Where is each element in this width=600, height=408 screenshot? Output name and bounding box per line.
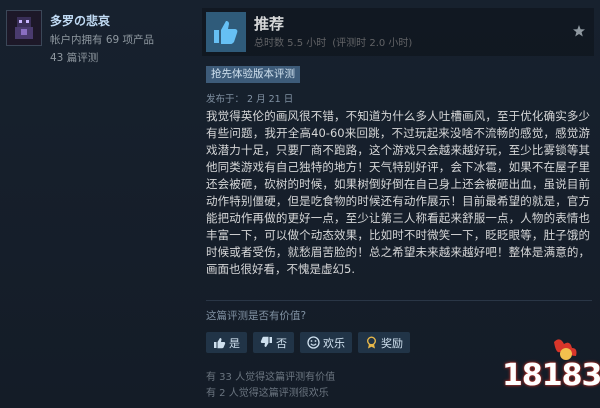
thumbs-down-icon <box>260 336 272 347</box>
review-verdict: 推荐 <box>254 15 285 33</box>
watermark-text: 18183 <box>502 358 600 393</box>
posted-date: 发布于： 2 月 21 日 <box>206 94 294 105</box>
avatar[interactable] <box>6 10 42 46</box>
vote-no-button[interactable]: 否 <box>253 332 294 353</box>
playtime: 总时数 5.5 小时 (评测时 2.0 小时) <box>254 34 418 49</box>
funny-count: 有 2 人觉得这篇评测很欢乐 <box>206 388 329 399</box>
vote-funny-label: 欢乐 <box>323 336 345 350</box>
smiley-icon <box>307 336 320 349</box>
review-body: 我觉得英伦的画风很不错，不知道为什么多人吐槽画风，至于优化确实多少有些问题，我开… <box>206 109 590 276</box>
award-label: 奖励 <box>381 336 403 350</box>
review-page: 多罗の悲哀 帐户内拥有 69 项产品 43 篇评测 推荐 总时数 5.5 小时 (… <box>0 0 600 408</box>
thumbs-up-icon <box>206 12 246 52</box>
author-name[interactable]: 多罗の悲哀 <box>50 12 110 29</box>
helpful-question: 这篇评测是否有价值? <box>206 310 307 322</box>
award-button[interactable]: 奖励 <box>358 332 410 353</box>
helpful-count: 有 33 人觉得这篇评测有价值 <box>206 372 336 383</box>
vote-buttons: 是 否 欢乐 奖励 <box>206 332 410 353</box>
vote-funny-button[interactable]: 欢乐 <box>300 332 352 353</box>
products-owned[interactable]: 帐户内拥有 69 项产品 <box>50 32 154 47</box>
divider <box>206 300 592 301</box>
reviews-count[interactable]: 43 篇评测 <box>50 50 98 65</box>
thumbs-up-icon <box>214 338 226 349</box>
early-access-badge: 抢先体验版本评测 <box>206 66 300 83</box>
hours-at-review: (评测时 2.0 小时) <box>332 38 413 49</box>
vote-no-label: 否 <box>276 336 287 350</box>
vote-yes-button[interactable]: 是 <box>206 332 247 353</box>
hours-total: 总时数 5.5 小时 <box>254 38 327 49</box>
vote-yes-label: 是 <box>229 336 240 350</box>
steam-icon[interactable] <box>572 24 586 38</box>
award-icon <box>367 336 376 349</box>
